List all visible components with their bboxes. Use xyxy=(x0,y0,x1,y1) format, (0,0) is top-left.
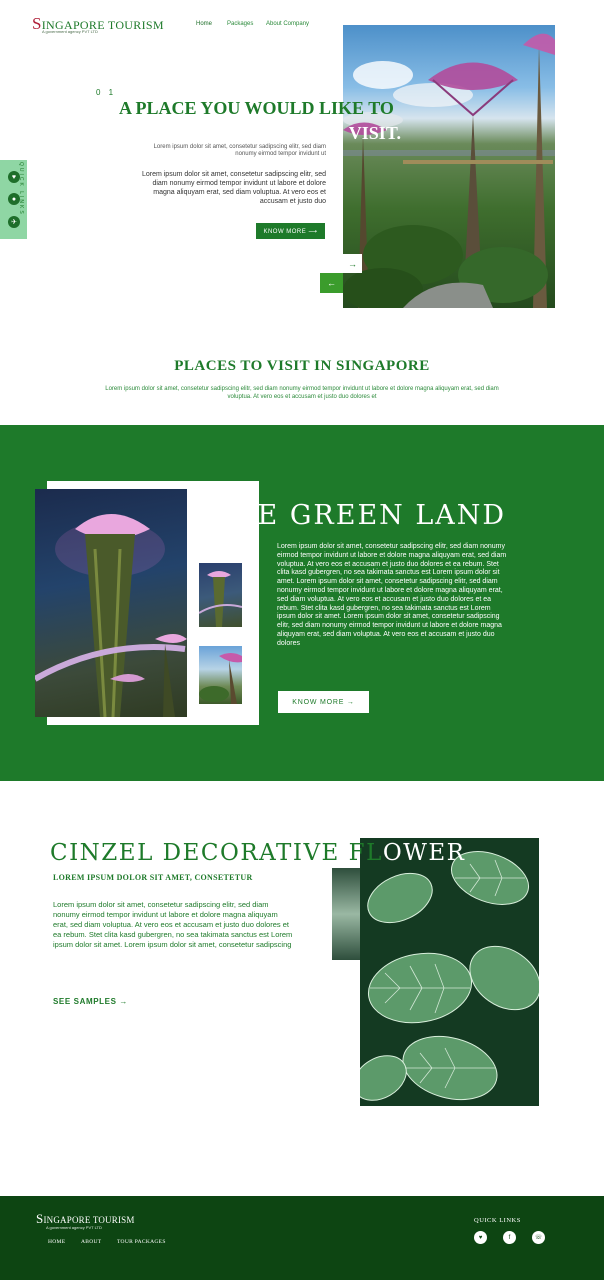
quick-links-label: QUICK LINKS xyxy=(18,162,24,216)
green-land-title: THE GREEN LAND xyxy=(212,500,507,531)
footer-nav-about[interactable]: ABOUT xyxy=(81,1239,101,1245)
hero-title-line2: VISIT. xyxy=(348,123,401,143)
flower-text: Lorem ipsum dolor sit amet, consetetur s… xyxy=(53,900,293,949)
footer-brand-tagline: A government agency PVT LTD xyxy=(46,1225,102,1230)
slide-number: 0 1 xyxy=(96,88,117,97)
footer-nav-home[interactable]: HOME xyxy=(48,1239,65,1245)
hero-intro-text: Lorem ipsum dolor sit amet, consetetur s… xyxy=(153,144,326,157)
thumbnail-2-illustration xyxy=(199,653,242,704)
supertree-night-image xyxy=(35,489,187,717)
calathea-leaves-illustration xyxy=(360,851,539,1101)
slider-prev-arrow-icon[interactable]: ← xyxy=(320,273,343,293)
flower-title-green-part: CINZEL DECORATIVE FL xyxy=(50,840,383,866)
leaf-image-large xyxy=(360,838,539,1106)
supertree-illustration xyxy=(343,33,555,308)
flower-title-white-part: OWER xyxy=(382,840,466,866)
footer-brand-name: INGAPORE TOURISM xyxy=(43,1215,135,1225)
leaf-image-small xyxy=(332,868,362,960)
thumbnail-1-illustration xyxy=(199,571,242,627)
green-land-know-more-button[interactable]: KNOW MORE → xyxy=(278,691,369,713)
see-samples-link[interactable]: SEE SAMPLES → xyxy=(53,997,128,1006)
hero-know-more-button[interactable]: KNOW MORE ⟶ xyxy=(256,223,325,239)
footer-nav-tour-packages[interactable]: TOUR PACKAGES xyxy=(117,1239,166,1245)
footer-quick-links-label: QUICK LINKS xyxy=(474,1217,521,1224)
thumbnail-supertree-2[interactable] xyxy=(199,646,242,704)
hero-title-line1: A PLACE YOU WOULD LIKE TO xyxy=(119,98,394,118)
flower-section-title: CINZEL DECORATIVE FLOWER xyxy=(50,840,466,866)
thumbnail-supertree-1[interactable] xyxy=(199,563,242,627)
slider-next-arrow-icon[interactable]: → xyxy=(343,254,362,273)
places-section-title: PLACES TO VISIT IN SINGAPORE xyxy=(174,358,430,374)
flower-subtitle: LOREM IPSUM DOLOR SIT AMET, CONSETETUR xyxy=(53,873,253,882)
phone-icon[interactable]: ☏ xyxy=(532,1231,545,1244)
brand-tagline: A government agency PVT LTD xyxy=(42,29,98,34)
brand-cap: S xyxy=(32,14,42,33)
hero-body-text: Lorem ipsum dolor sit amet, consetetur s… xyxy=(141,171,326,205)
facebook-icon[interactable]: f xyxy=(503,1231,516,1244)
nav-home[interactable]: Home xyxy=(196,21,212,27)
green-land-text: Lorem ipsum dolor sit amet, consetetur s… xyxy=(277,543,507,647)
hero-title: A PLACE YOU WOULD LIKE TO VISIT. xyxy=(119,96,409,146)
nav-packages[interactable]: Packages xyxy=(227,21,253,27)
hero-image-gardens xyxy=(343,25,555,308)
nav-about-company[interactable]: About Company xyxy=(266,21,309,27)
supertree-night-illustration xyxy=(35,514,187,717)
places-section-description: Lorem ipsum dolor sit amet, consetetur s… xyxy=(105,386,499,400)
heart-icon[interactable]: ♥ xyxy=(474,1231,487,1244)
